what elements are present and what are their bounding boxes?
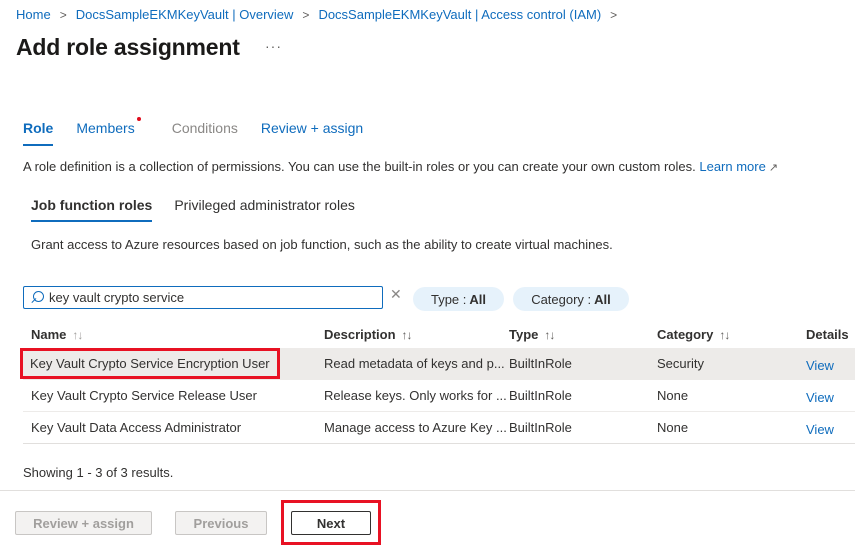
breadcrumb-home[interactable]: Home [16,7,51,22]
column-header-category[interactable]: Category ↑↓ [657,327,806,342]
sort-icon[interactable]: ↑↓ [402,328,413,342]
role-name[interactable]: Key Vault Crypto Service Encryption User [23,351,277,376]
role-description-cell: Manage access to Azure Key ... [324,420,507,435]
tab-members-label: Members [76,120,135,136]
required-indicator-dot [136,117,141,121]
type-filter-pill[interactable]: Type : All [413,287,504,311]
role-name-cell[interactable]: Key Vault Crypto Service Release User [23,388,324,403]
sort-icon[interactable]: ↑↓ [719,328,730,342]
breadcrumb-access-control[interactable]: DocsSampleEKMKeyVault | Access control (… [318,7,601,22]
type-filter-label: Type : [430,291,467,307]
column-header-type[interactable]: Type ↑↓ [509,327,657,342]
role-type-cell: BuiltInRole [509,420,572,435]
view-details-link[interactable]: View [806,419,855,437]
learn-more-link[interactable]: Learn more [699,159,765,174]
breadcrumb: Home > DocsSampleEKMKeyVault | Overview … [16,7,626,22]
role-category-cell: Security [657,356,704,371]
table-header: Name ↑↓ Description ↑↓ Type ↑↓ Category ↑↓ D… [23,320,855,348]
tab-members[interactable]: Members [76,117,141,146]
role-type-cell: BuiltInRole [509,388,572,403]
search-icon [30,290,44,305]
table-row[interactable]: Key Vault Crypto Service Release User Re… [23,380,855,412]
column-header-name[interactable]: Name ↑↓ [23,327,324,342]
role-description-cell: Read metadata of keys and p... [324,356,505,371]
roles-table: Name ↑↓ Description ↑↓ Type ↑↓ Category ↑↓ D… [23,320,855,444]
role-name-cell[interactable]: Key Vault Data Access Administrator [23,420,324,435]
category-filter-pill[interactable]: Category : All [513,287,629,311]
column-header-description[interactable]: Description ↑↓ [324,327,509,342]
external-link-icon: ↗ [768,162,779,174]
column-type-label: Type [509,326,539,342]
footer-divider [0,490,855,491]
view-details-link[interactable]: View [806,387,855,405]
chevron-right-icon: > [59,7,67,22]
role-type-cell: BuiltInRole [509,356,572,371]
wizard-tabs: Role Members Conditions Review + assign [23,117,386,146]
role-name-cell: Key Vault Crypto Service Encryption User [23,351,324,376]
clear-search-icon[interactable]: ✕ [390,286,402,303]
role-type-tabs: Job function roles Privileged administra… [31,197,377,222]
role-definition-description: A role definition is a collection of per… [23,159,778,174]
chevron-right-icon: > [610,7,618,22]
tab-review-assign[interactable]: Review + assign [261,120,363,146]
column-description-label: Description [324,326,396,342]
next-button[interactable]: Next [291,511,371,535]
view-details-link[interactable]: View [806,355,855,373]
results-count: Showing 1 - 3 of 3 results. [23,465,174,480]
previous-button[interactable]: Previous [175,511,267,535]
role-category-cell: None [657,420,689,435]
tab-conditions[interactable]: Conditions [172,120,238,146]
review-assign-button[interactable]: Review + assign [15,511,152,535]
more-options-icon[interactable]: ··· [265,38,282,54]
description-text: A role definition is a collection of per… [23,159,700,174]
table-row[interactable]: Key Vault Data Access Administrator Mana… [23,412,855,444]
job-function-description: Grant access to Azure resources based on… [31,237,613,252]
category-filter-label: Category : [531,291,592,307]
role-description-cell: Release keys. Only works for ... [324,388,507,403]
tab-privileged-administrator-roles[interactable]: Privileged administrator roles [174,197,355,222]
sort-icon[interactable]: ↑↓ [544,328,555,342]
search-input[interactable] [49,290,369,305]
sort-icon[interactable]: ↑↓ [72,328,83,342]
column-category-label: Category [657,326,714,342]
type-filter-value: All [469,291,487,307]
page-title: Add role assignment [16,34,240,60]
category-filter-value: All [594,291,611,307]
search-box[interactable] [23,286,383,309]
column-name-label: Name [31,326,67,342]
tab-role[interactable]: Role [23,120,54,146]
column-header-details: Details [806,326,849,342]
chevron-right-icon: > [302,7,310,22]
tab-job-function-roles[interactable]: Job function roles [31,197,153,222]
breadcrumb-keyvault-overview[interactable]: DocsSampleEKMKeyVault | Overview [76,7,294,22]
table-row[interactable]: Key Vault Crypto Service Encryption User… [23,348,855,380]
role-category-cell: None [657,388,689,403]
